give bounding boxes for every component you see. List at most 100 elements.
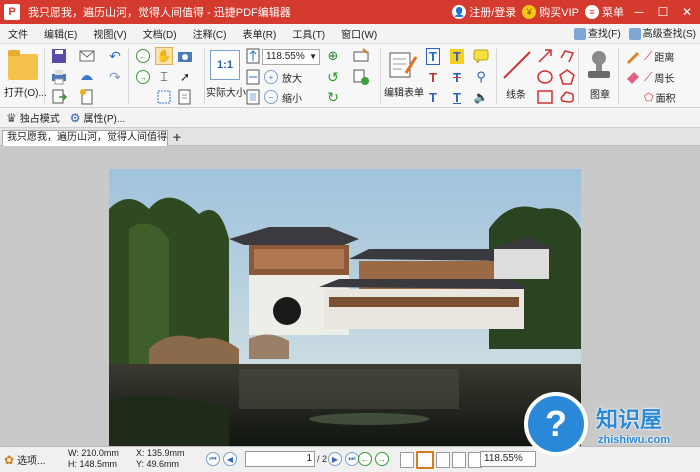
magnifier-icon: ⊕ xyxy=(327,48,339,63)
actual-size-button[interactable]: 1:1 xyxy=(210,50,240,80)
menu-view[interactable]: 视图(V) xyxy=(85,26,134,41)
select-text-button[interactable]: ⌶ xyxy=(155,68,173,86)
find-icon xyxy=(573,28,586,41)
fit-page-button[interactable] xyxy=(244,47,262,65)
attach-button[interactable]: ⚲ xyxy=(472,68,490,86)
rotate-right-button[interactable]: ↻ xyxy=(324,88,342,106)
two-page-view-button[interactable] xyxy=(436,452,450,468)
watermark-brand: 知识屋 xyxy=(596,407,663,432)
page-tools-icon xyxy=(178,89,191,105)
single-page-view-button[interactable] xyxy=(400,452,414,468)
maximize-button[interactable]: ☐ xyxy=(654,3,672,21)
zoom-tool-button[interactable]: ⊕ xyxy=(324,47,342,65)
advanced-find-button[interactable]: 高级查找(S) xyxy=(628,25,696,41)
email-button[interactable] xyxy=(78,47,96,65)
print-button[interactable] xyxy=(50,68,68,86)
watermark-url: zhishiwu.com xyxy=(598,434,671,446)
menu-file[interactable]: 文件 xyxy=(0,26,36,41)
vip-label: 购买VIP xyxy=(539,7,579,19)
strikeout-button[interactable]: T xyxy=(448,68,466,86)
zoom-out-button[interactable]: − 缩小 xyxy=(264,88,302,106)
camera-icon xyxy=(178,52,192,62)
rectangle-tool-button[interactable] xyxy=(536,88,554,106)
redo-button[interactable]: ↷ xyxy=(106,68,124,86)
menu-tools[interactable]: 工具(T) xyxy=(284,26,333,41)
hand-tool-button[interactable]: ✋ xyxy=(155,47,173,65)
secondary-toolbar: ♛ 独占模式 ⚙ 属性(P)... xyxy=(0,108,700,128)
stamp-button[interactable] xyxy=(584,48,614,82)
save-icon xyxy=(52,49,66,63)
select-object-button[interactable]: ➚ xyxy=(176,68,194,86)
distance-button[interactable]: ⟋ 距离 xyxy=(644,47,674,65)
new-doc-button[interactable] xyxy=(78,88,96,106)
menu-window[interactable]: 窗口(W) xyxy=(333,26,385,41)
zoom-in-button[interactable]: + 放大 xyxy=(264,68,302,86)
menu-comment[interactable]: 注释(C) xyxy=(185,26,235,41)
minimize-button[interactable]: ─ xyxy=(630,3,648,21)
pencil-button[interactable] xyxy=(624,47,642,65)
menu-form[interactable]: 表单(R) xyxy=(234,26,284,41)
two-page-continuous-button[interactable] xyxy=(452,452,466,468)
document-tab[interactable]: 我只愿我，遍历山河，觉得人间值得 * xyxy=(2,130,168,146)
pdf-page[interactable] xyxy=(109,169,581,446)
text-box-button[interactable]: T xyxy=(424,47,442,65)
prev-view-button[interactable]: ← xyxy=(134,47,152,65)
area-button[interactable]: ⬠ 面积 xyxy=(644,88,676,106)
prev-page-button[interactable]: ◀ xyxy=(223,452,237,466)
zoom-select[interactable]: 118.55% ▼ xyxy=(262,49,320,65)
add-tab-button[interactable]: + xyxy=(170,130,184,145)
email-icon xyxy=(79,50,95,62)
last-page-button[interactable]: ⏭ xyxy=(345,452,359,466)
page-tools-button[interactable] xyxy=(176,88,194,106)
history-forward-button[interactable]: → xyxy=(375,452,389,466)
menu-edit[interactable]: 编辑(E) xyxy=(36,26,85,41)
perimeter-button[interactable]: ⟋ 周长 xyxy=(644,68,674,86)
callout-button[interactable]: T xyxy=(424,68,442,86)
options-button[interactable]: ✿ 选项... xyxy=(4,452,45,468)
title-bar: P 我只愿我，遍历山河，觉得人间值得 - 迅捷PDF编辑器 👤 注册/登录 ¥ … xyxy=(0,0,700,24)
next-page-button[interactable]: ▶ xyxy=(328,452,342,466)
edit-content-button[interactable] xyxy=(155,88,173,106)
buy-vip-button[interactable]: ¥ 购买VIP xyxy=(522,4,579,20)
perimeter-label: 周长 xyxy=(654,73,675,85)
main-menu-button[interactable]: ≡ 菜单 xyxy=(585,4,624,20)
underline-button[interactable]: T xyxy=(448,88,466,106)
fit-visible-button[interactable] xyxy=(244,88,262,106)
rotate-left-button[interactable]: ↺ xyxy=(324,68,342,86)
page-number-input[interactable]: 1 xyxy=(245,451,315,467)
eraser-button[interactable] xyxy=(624,68,642,86)
next-view-button[interactable]: → xyxy=(134,68,152,86)
highlight-button[interactable]: T xyxy=(448,47,466,65)
save-button[interactable] xyxy=(50,47,68,65)
form-text-button[interactable] xyxy=(352,47,370,65)
polygon-line-button[interactable] xyxy=(558,47,576,65)
polygon-tool-button[interactable] xyxy=(558,68,576,86)
cloud-tool-button[interactable] xyxy=(558,88,576,106)
form-add-button[interactable] xyxy=(352,68,370,86)
undo-button[interactable]: ↶ xyxy=(106,47,124,65)
continuous-view-button[interactable] xyxy=(416,451,434,469)
first-page-button[interactable]: ⏮ xyxy=(206,452,220,466)
zoom-in-icon: + xyxy=(264,70,278,84)
login-button[interactable]: 👤 注册/登录 xyxy=(452,4,516,20)
line-tool-button[interactable] xyxy=(500,48,534,82)
arrow-tool-button[interactable] xyxy=(536,47,554,65)
export-button[interactable] xyxy=(50,88,68,106)
exclusive-mode-button[interactable]: ♛ 独占模式 xyxy=(6,110,60,126)
find-button[interactable]: 查找(F) xyxy=(573,25,621,41)
open-button[interactable] xyxy=(6,50,40,82)
edit-form-button[interactable] xyxy=(386,50,420,80)
scan-button[interactable] xyxy=(78,68,96,86)
properties-button[interactable]: ⚙ 属性(P)... xyxy=(70,110,125,126)
typewriter-button[interactable]: T xyxy=(424,88,442,106)
ellipse-tool-button[interactable] xyxy=(536,68,554,86)
fit-width-button[interactable] xyxy=(244,68,262,86)
pointer-icon: ➚ xyxy=(179,70,191,84)
close-button[interactable]: ✕ xyxy=(678,3,696,21)
sound-button[interactable]: 🔈 xyxy=(472,88,490,106)
history-back-button[interactable]: ← xyxy=(358,452,372,466)
menu-document[interactable]: 文档(D) xyxy=(135,26,185,41)
note-button[interactable] xyxy=(472,47,490,65)
snapshot-button[interactable] xyxy=(176,47,194,65)
first-page-icon: ⏮ xyxy=(209,454,217,463)
